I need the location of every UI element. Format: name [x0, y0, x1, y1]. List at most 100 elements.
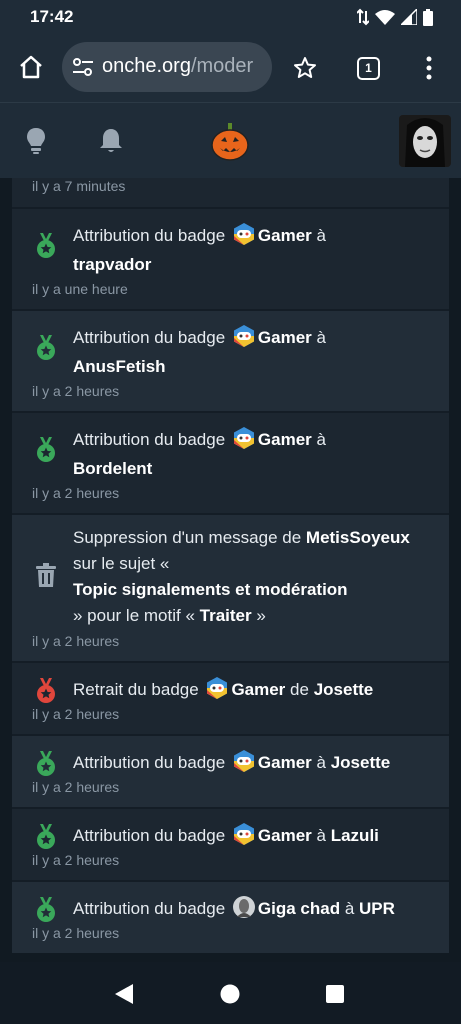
action-text: Attribution du badge — [73, 753, 226, 772]
action-text: Attribution du badge — [73, 328, 226, 347]
feed-item: Suppression d'un message de MetisSoyeux … — [12, 513, 449, 661]
url-text[interactable]: onche.org/moder — [102, 55, 253, 78]
username-link[interactable]: UPR — [359, 899, 395, 918]
username-link[interactable]: Josette — [314, 680, 374, 699]
connector-text: à — [316, 430, 326, 449]
feed-item-time: il y a une heure — [32, 281, 128, 297]
feed-item-text: Attribution du badge Gamer à Bordelent — [73, 425, 439, 483]
feed-item-text: Retrait du badge Gamer de Josette — [73, 675, 439, 704]
home-circle-icon[interactable] — [220, 984, 240, 1004]
connector-text: à — [316, 328, 326, 347]
trash-icon — [36, 563, 56, 587]
award-icon — [37, 751, 55, 776]
gamer-badge-icon — [232, 822, 256, 846]
reason-text: Traiter — [199, 606, 252, 625]
url-bar[interactable]: onche.org/moder — [62, 42, 272, 92]
username-link[interactable]: AnusFetish — [73, 357, 166, 376]
award-icon — [37, 335, 55, 360]
feed-item-text: Attribution du badge Giga chad à UPR — [73, 894, 439, 923]
gamer-badge-icon — [232, 222, 256, 246]
action-text: Suppression d'un message de — [73, 528, 302, 547]
connector-text: » pour le motif « — [73, 606, 195, 625]
feed-item-time: il y a 2 heures — [32, 852, 120, 868]
username-link[interactable]: trapvador — [73, 255, 151, 274]
username-link[interactable]: MetisSoyeux — [306, 528, 410, 547]
url-host: onche.org — [102, 55, 191, 77]
battery-icon — [423, 8, 433, 26]
feed-item-time: il y a 2 heures — [32, 779, 120, 795]
feed-item: Attribution du badge Gamer à Josette il … — [12, 734, 449, 807]
site-header — [0, 102, 461, 178]
action-text: Attribution du badge — [73, 826, 226, 845]
gamer-badge-icon — [232, 426, 256, 450]
giga-chad-badge-icon — [232, 895, 256, 919]
feed-item-time: il y a 7 minutes — [12, 178, 449, 207]
browser-toolbar: onche.org/moder 1 — [0, 34, 461, 102]
badge-name[interactable]: Gamer — [231, 680, 285, 699]
gamer-badge-icon — [232, 324, 256, 348]
feed-item-text: Attribution du badge Gamer à Josette — [73, 748, 439, 777]
more-vert-icon[interactable] — [425, 56, 433, 80]
connector-text: à — [344, 899, 355, 918]
system-nav-bar — [0, 962, 461, 1024]
back-icon[interactable] — [114, 983, 134, 1005]
url-path: /moder — [190, 55, 254, 77]
username-link[interactable]: Josette — [331, 753, 391, 772]
feed-item: Attribution du badge Giga chad à UPR il … — [12, 880, 449, 953]
award-icon — [37, 897, 55, 922]
username-link[interactable]: Lazuli — [331, 826, 379, 845]
recents-icon[interactable] — [326, 985, 344, 1003]
status-icons — [357, 8, 433, 26]
award-icon — [37, 233, 55, 258]
feed-item: Attribution du badge Gamer à trapvador i… — [12, 207, 449, 309]
feed-item: Attribution du badge Gamer à Lazuli il y… — [12, 807, 449, 880]
feed-item-text: Suppression d'un message de MetisSoyeux … — [73, 525, 439, 629]
avatar-image — [399, 115, 451, 167]
feed-item-time: il y a 2 heures — [32, 633, 120, 649]
feed-item-time: il y a 2 heures — [32, 706, 120, 722]
avatar[interactable] — [399, 115, 451, 167]
connector-text: à — [316, 226, 326, 245]
wifi-icon — [375, 10, 395, 25]
badge-name[interactable]: Gamer — [258, 430, 312, 449]
gamer-badge-icon — [205, 676, 229, 700]
feed-item-time: il y a 2 heures — [32, 383, 120, 399]
lightbulb-icon[interactable] — [26, 127, 46, 155]
badge-name[interactable]: Gamer — [258, 753, 312, 772]
pumpkin-logo[interactable] — [209, 121, 251, 163]
status-bar: 17:42 — [0, 0, 461, 34]
connector-text: sur le sujet « — [73, 554, 170, 573]
feed-item-text: Attribution du badge Gamer à trapvador — [73, 221, 439, 279]
moderation-feed: il y a 7 minutes Attribution du badge Ga… — [12, 178, 449, 962]
badge-name[interactable]: Giga chad — [258, 899, 340, 918]
tab-switcher-button[interactable]: 1 — [357, 57, 380, 80]
feed-item-time: il y a 2 heures — [32, 925, 120, 941]
status-time: 17:42 — [30, 7, 74, 26]
badge-name[interactable]: Gamer — [258, 826, 312, 845]
feed-item-text: Attribution du badge Gamer à Lazuli — [73, 821, 439, 850]
action-text: Attribution du badge — [73, 430, 226, 449]
award-removed-icon — [37, 678, 55, 703]
badge-name[interactable]: Gamer — [258, 226, 312, 245]
site-settings-icon[interactable] — [72, 57, 94, 77]
action-text: Retrait du badge — [73, 680, 199, 699]
feed-item: Attribution du badge Gamer à Bordelent i… — [12, 411, 449, 513]
connector-text: » — [256, 606, 266, 625]
bell-icon[interactable] — [99, 127, 123, 154]
data-arrows-icon — [357, 8, 369, 26]
star-icon[interactable] — [293, 56, 317, 80]
award-icon — [37, 437, 55, 462]
topic-link[interactable]: Topic signalements et modération — [73, 580, 348, 599]
badge-name[interactable]: Gamer — [258, 328, 312, 347]
username-link[interactable]: Bordelent — [73, 459, 152, 478]
connector-text: de — [290, 680, 309, 699]
connector-text: à — [316, 753, 326, 772]
award-icon — [37, 824, 55, 849]
home-icon[interactable] — [18, 54, 44, 80]
action-text: Attribution du badge — [73, 226, 226, 245]
feed-item-time: il y a 2 heures — [32, 485, 120, 501]
action-text: Attribution du badge — [73, 899, 226, 918]
gamer-badge-icon — [232, 749, 256, 773]
signal-icon — [401, 9, 417, 25]
feed-item: Retrait du badge Gamer de Josette il y a… — [12, 661, 449, 734]
